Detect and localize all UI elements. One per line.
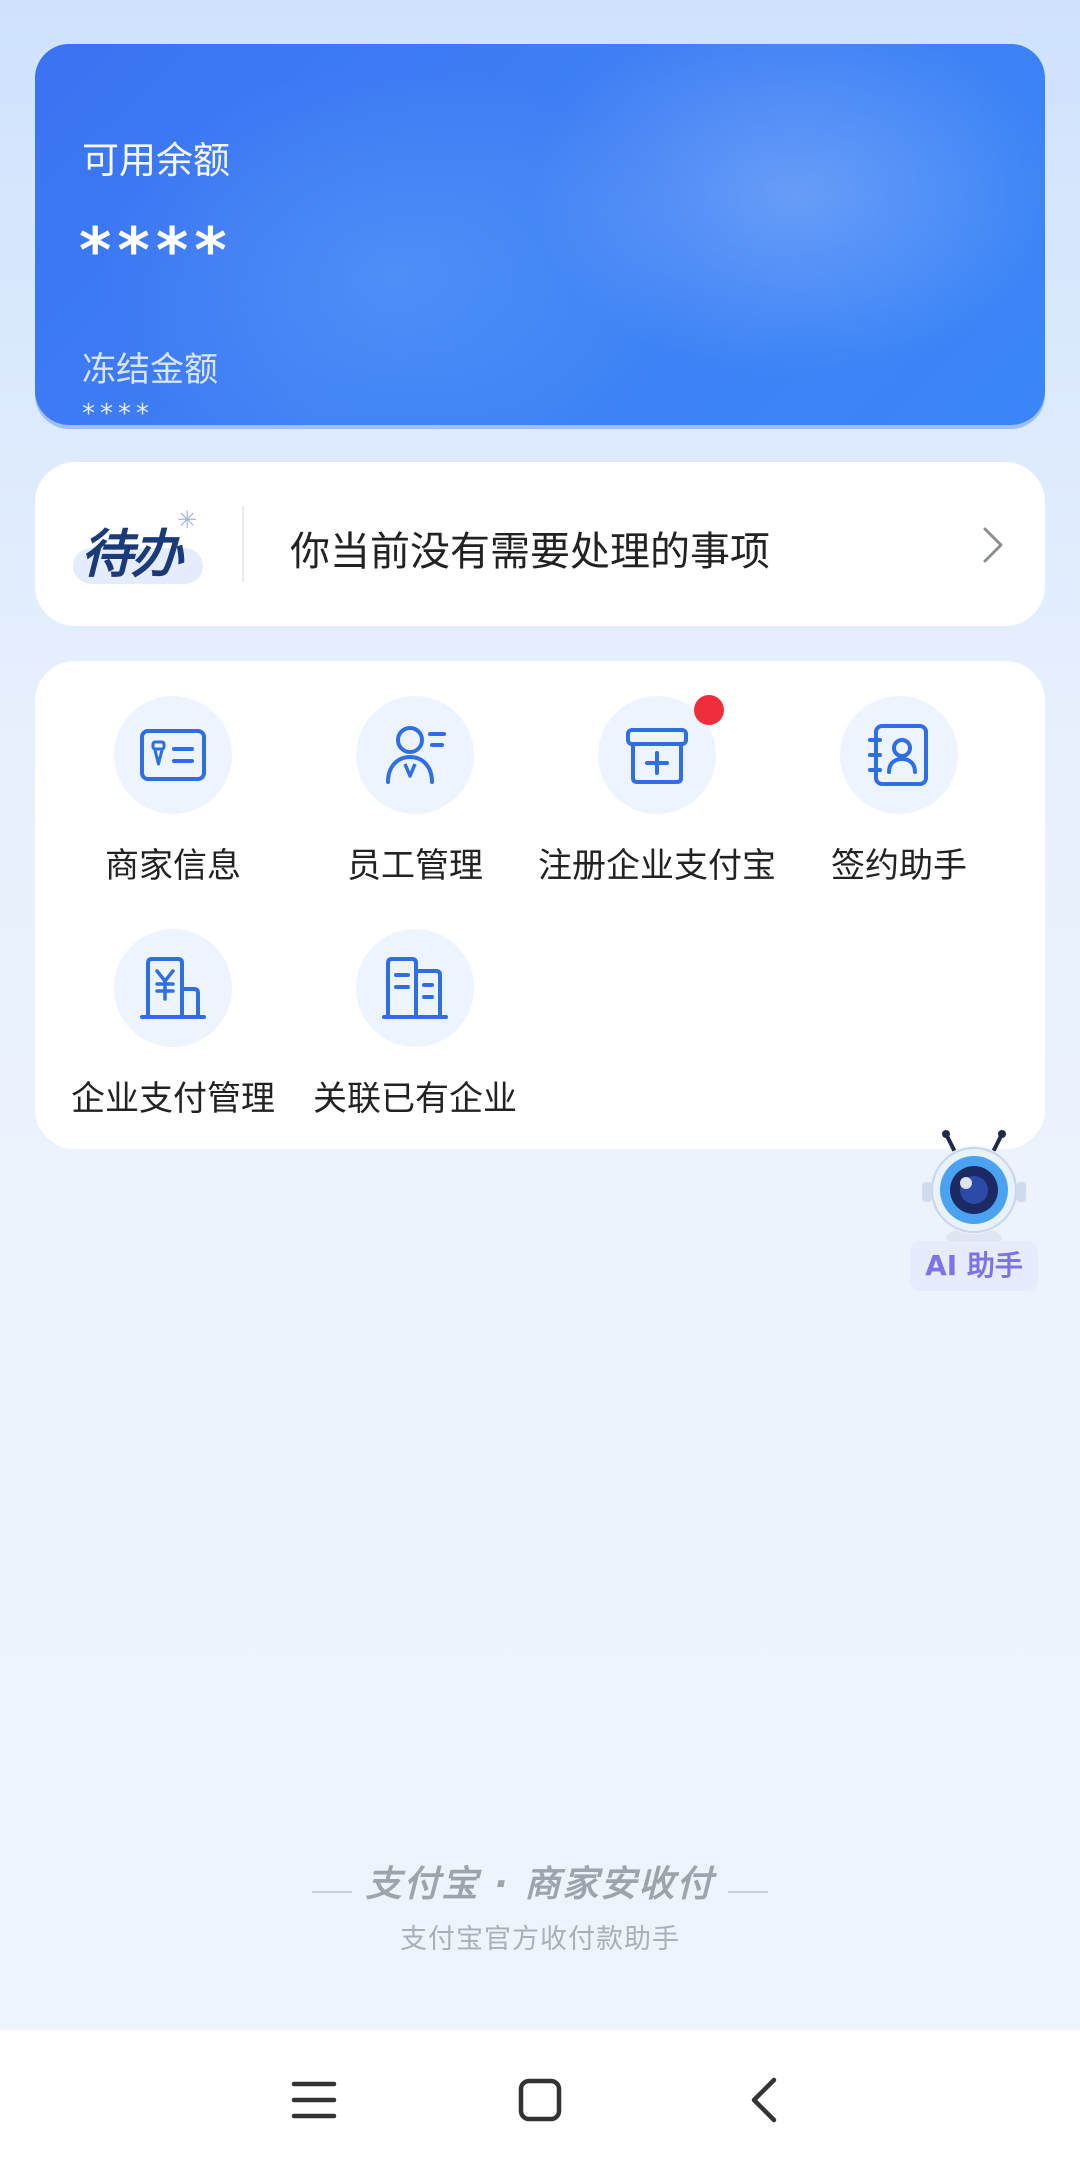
menu-item-label: 注册企业支付宝 (538, 846, 776, 886)
menu-item-register-enterprise-alipay[interactable]: 注册企业支付宝 (537, 661, 777, 886)
balance-card[interactable]: 可用余额 **** 冻结金额 **** (35, 44, 1045, 429)
divider (728, 1890, 769, 1893)
register-store-icon (626, 728, 688, 784)
back-icon[interactable] (736, 2070, 796, 2130)
menu-item-label: 关联已有企业 (313, 1079, 517, 1119)
frozen-amount-label: 冻结金额 (82, 350, 218, 390)
system-navigation-bar (0, 2030, 1080, 2162)
linked-building-icon (382, 957, 448, 1019)
brand-tagline: 支付宝官方收付款助手 (400, 1924, 680, 1955)
robot-icon (922, 1130, 1026, 1248)
contract-book-icon (868, 724, 928, 786)
menu-item-contract-assistant[interactable]: 签约助手 (779, 661, 1019, 886)
chevron-right-icon (983, 527, 1003, 563)
brand-title: 支付宝 · 商家安收付 (365, 1864, 715, 1905)
ai-assistant-label: AI 助手 (910, 1241, 1038, 1291)
employee-icon (386, 726, 446, 784)
menu-item-label: 员工管理 (347, 846, 483, 886)
divider (311, 1890, 352, 1893)
todo-logo: 待办 ✳ (73, 506, 203, 586)
footer-brand: 支付宝 · 商家安收付 支付宝官方收付款助手 (0, 1855, 1080, 1956)
enterprise-payment-icon (140, 957, 206, 1019)
available-balance-label: 可用余额 (82, 139, 230, 182)
todo-message: 你当前没有需要处理的事项 (290, 529, 770, 575)
notification-dot (694, 695, 724, 725)
menu-item-label: 签约助手 (831, 846, 967, 886)
menu-item-enterprise-payment-management[interactable]: 企业支付管理 (53, 894, 293, 1119)
menu-item-employee-management[interactable]: 员工管理 (295, 661, 535, 886)
merchant-id-card-icon (140, 729, 206, 781)
menu-item-label: 商家信息 (105, 846, 241, 886)
divider (242, 506, 244, 582)
menu-grid: 商家信息 员工管理 注册企业支付宝 签约助手 企业支付管理 关联已有企业 (35, 661, 1045, 1149)
todo-card[interactable]: 待办 ✳ 你当前没有需要处理的事项 (35, 462, 1045, 626)
menu-item-merchant-info[interactable]: 商家信息 (53, 661, 293, 886)
menu-item-label: 企业支付管理 (71, 1079, 275, 1119)
home-icon[interactable] (510, 2070, 570, 2130)
menu-icon[interactable] (284, 2070, 344, 2130)
frozen-amount-value: **** (82, 399, 154, 429)
menu-item-link-existing-enterprise[interactable]: 关联已有企业 (295, 894, 535, 1119)
available-balance-amount: **** (79, 214, 233, 287)
ai-assistant-button[interactable]: AI 助手 (908, 1128, 1040, 1298)
